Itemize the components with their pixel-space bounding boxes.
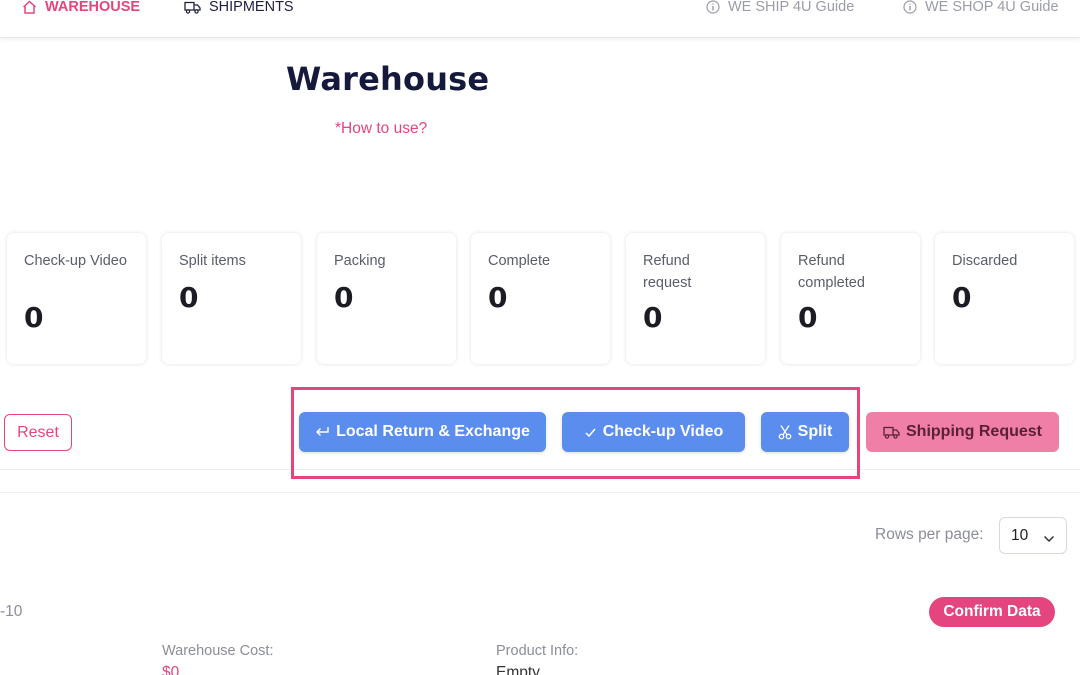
divider bbox=[0, 492, 1080, 493]
nav-shipments-label: SHIPMENTS bbox=[209, 0, 294, 15]
stat-label: Packing bbox=[334, 253, 386, 269]
truck-icon bbox=[184, 1, 201, 14]
stat-label: Refund request bbox=[643, 253, 692, 291]
reset-button-label: Reset bbox=[17, 423, 59, 441]
top-nav: WAREHOUSE SHIPMENTS WE SHIP 4U Guide WE … bbox=[0, 0, 1080, 38]
stat-label: Split items bbox=[179, 253, 246, 269]
nav-we-shop-guide-label: WE SHOP 4U Guide bbox=[925, 0, 1059, 15]
return-arrow-icon bbox=[315, 426, 330, 438]
action-toolbar: Reset Local Return & Exchange Check-up V… bbox=[0, 383, 1080, 470]
rows-per-page-value: 10 bbox=[1011, 526, 1029, 544]
shipping-request-label: Shipping Request bbox=[906, 423, 1042, 440]
warehouse-cost-label: Warehouse Cost: bbox=[162, 643, 274, 659]
nav-we-ship-guide-label: WE SHIP 4U Guide bbox=[728, 0, 855, 15]
reset-button[interactable]: Reset bbox=[4, 414, 72, 451]
stat-value: 0 bbox=[179, 281, 199, 314]
stat-value: 0 bbox=[334, 281, 354, 314]
truck-icon bbox=[883, 426, 900, 439]
stat-value: 0 bbox=[24, 301, 44, 334]
nav-we-ship-guide[interactable]: WE SHIP 4U Guide bbox=[706, 0, 854, 15]
nav-we-shop-guide[interactable]: WE SHOP 4U Guide bbox=[903, 0, 1059, 15]
local-return-exchange-label: Local Return & Exchange bbox=[336, 423, 530, 440]
home-icon bbox=[22, 0, 37, 14]
stat-value: 0 bbox=[952, 281, 972, 314]
nav-warehouse[interactable]: WAREHOUSE bbox=[22, 0, 140, 15]
how-to-use-link[interactable]: *How to use? bbox=[335, 120, 427, 138]
stat-card-discarded[interactable]: Discarded 0 bbox=[935, 233, 1074, 364]
stat-label: Refund completed bbox=[798, 253, 865, 291]
checkup-video-label: Check-up Video bbox=[602, 423, 724, 440]
confirm-data-button[interactable]: Confirm Data bbox=[929, 597, 1055, 627]
product-info-value: Empty bbox=[496, 664, 540, 675]
shipping-request-button[interactable]: Shipping Request bbox=[866, 412, 1059, 452]
stat-label: Complete bbox=[488, 253, 551, 269]
page-title: Warehouse bbox=[286, 60, 490, 98]
warehouse-cost-value: $0 bbox=[162, 664, 180, 675]
info-icon bbox=[903, 0, 917, 14]
stat-card-refund-request[interactable]: Refund request 0 bbox=[626, 233, 765, 364]
stat-card-complete[interactable]: Complete 0 bbox=[471, 233, 610, 364]
stat-card-refund-completed[interactable]: Refund completed 0 bbox=[781, 233, 920, 364]
chevron-down-icon bbox=[1043, 530, 1055, 548]
stat-value: 0 bbox=[643, 301, 663, 334]
info-icon bbox=[706, 0, 720, 14]
split-label: Split bbox=[797, 423, 833, 440]
stat-label: Discarded bbox=[952, 253, 1018, 269]
stat-card-checkup-video[interactable]: Check-up Video 0 bbox=[7, 233, 146, 364]
stat-label: Check-up Video bbox=[24, 253, 127, 269]
nav-shipments[interactable]: SHIPMENTS bbox=[184, 0, 294, 15]
rows-per-page-select[interactable]: 10 bbox=[999, 517, 1067, 554]
stat-value: 0 bbox=[488, 281, 508, 314]
item-range: -10 bbox=[0, 603, 23, 620]
check-icon bbox=[584, 427, 597, 438]
rows-per-page-label: Rows per page: bbox=[875, 526, 984, 543]
nav-warehouse-label: WAREHOUSE bbox=[45, 0, 141, 15]
stat-card-packing[interactable]: Packing 0 bbox=[317, 233, 456, 364]
stat-card-split-items[interactable]: Split items 0 bbox=[162, 233, 301, 364]
product-info-label: Product Info: bbox=[496, 643, 579, 659]
scissors-icon bbox=[778, 424, 792, 440]
confirm-data-label: Confirm Data bbox=[943, 603, 1041, 620]
checkup-video-button[interactable]: Check-up Video bbox=[562, 412, 745, 452]
split-button[interactable]: Split bbox=[761, 412, 849, 452]
local-return-exchange-button[interactable]: Local Return & Exchange bbox=[299, 412, 546, 452]
stat-value: 0 bbox=[798, 301, 818, 334]
